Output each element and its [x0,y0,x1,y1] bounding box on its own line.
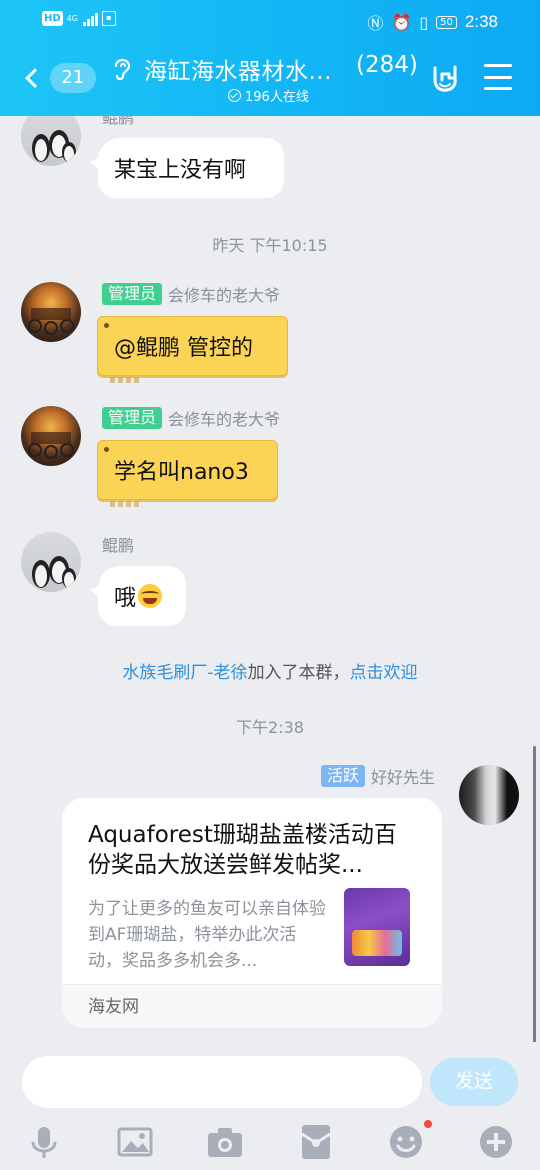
sender-name[interactable]: 鲲鹏 [102,116,134,128]
sender-name[interactable]: 鲲鹏 [102,532,134,556]
unread-count: 21 [49,63,96,93]
member-count[interactable]: (284) [356,52,418,78]
message-bubble[interactable]: 某宝上没有啊 [90,138,284,198]
sim-icon: ▪ [101,11,116,26]
red-packet-icon[interactable] [296,1122,336,1162]
alarm-icon: ⏰ [391,12,412,32]
chat-area[interactable]: 鲲鹏 某宝上没有啊 昨天 下午10:15 管理员 会修车的老大爷 @鲲鹏 管控的… [0,116,540,1042]
message-input[interactable] [22,1056,422,1108]
message-text: 哦 [114,586,137,611]
status-right: Ⓝ ⏰ ▯ 50 2:38 [367,10,498,34]
message-bubble[interactable]: @鲲鹏 管控的 [97,316,288,383]
hd-indicator: HD [42,11,63,26]
title-bar: 21 海缸海水器材水... (284) 196人在线 [0,40,540,116]
sender-name[interactable]: 会修车的老大爷 [168,282,280,306]
avatar[interactable] [21,406,81,466]
active-badge: 活跃 [320,765,365,787]
new-badge-dot [424,1120,432,1128]
avatar[interactable] [21,282,81,342]
card-description: 为了让更多的鱼友可以亲自体验到AF珊瑚盐，特举办此次活动，奖品多多机会多... [88,899,326,971]
back-button[interactable]: 21 [20,60,96,96]
sender-row: 活跃 好好先生 [320,764,435,788]
sender-row: 管理员 会修车的老大爷 [102,282,280,306]
avatar[interactable] [21,116,81,166]
sender-name[interactable]: 好好先生 [371,764,435,788]
clock: 2:38 [464,12,498,31]
system-text: 加入了本群， [247,663,350,683]
camera-icon[interactable] [205,1122,245,1162]
online-check-icon [228,89,241,102]
shared-link-card[interactable]: Aquaforest珊瑚盐盖楼活动百份奖品大放送尝鲜发帖奖... 为了让更多的鱼… [62,798,442,1028]
welcome-link[interactable]: 点击欢迎 [350,663,418,683]
system-notice: 水族毛刷厂-老徐加入了本群，点击欢迎 [0,658,540,683]
sender-name[interactable]: 会修车的老大爷 [168,406,280,430]
avatar[interactable] [21,532,81,592]
online-status: 196人在线 [228,86,309,105]
time-separator: 下午2:38 [236,718,304,737]
input-toolbar [0,1118,540,1166]
ear-icon[interactable] [111,54,133,82]
avatar[interactable] [459,765,519,825]
message-bubble[interactable]: 学名叫nano3 [97,440,278,507]
status-left: HD 4G ▪ [42,11,116,26]
message-text: 学名叫nano3 [114,460,249,485]
card-title: Aquaforest珊瑚盐盖楼活动百份奖品大放送尝鲜发帖奖... [88,822,397,878]
group-title[interactable]: 海缸海水器材水... [144,52,332,86]
menu-icon[interactable] [484,64,512,90]
laughing-emoji-icon [138,584,163,608]
image-icon[interactable] [115,1122,155,1162]
chat-header: HD 4G ▪ Ⓝ ⏰ ▯ 50 2:38 21 海缸海水器材水... (284… [0,0,540,116]
online-count: 196人在线 [245,90,309,105]
time-separator: 昨天 下午10:15 [212,236,328,255]
admin-badge: 管理员 [102,407,163,429]
plus-icon[interactable] [476,1122,516,1162]
joined-user-link[interactable]: 水族毛刷厂-老徐 [122,663,247,683]
card-thumbnail [344,888,410,966]
message-text: @鲲鹏 管控的 [114,336,253,361]
chevron-left-icon [25,68,45,88]
hand-gesture-icon[interactable] [428,60,462,94]
nfc-icon: Ⓝ [367,14,384,33]
network-type: 4G [66,13,78,23]
chat-scrollbar[interactable] [533,746,536,1042]
emoji-icon[interactable] [386,1120,432,1162]
vibrate-icon: ▯ [419,12,429,32]
status-bar: HD 4G ▪ Ⓝ ⏰ ▯ 50 2:38 [0,0,540,40]
battery-icon: 50 [436,15,457,29]
send-button[interactable]: 发送 [430,1058,518,1106]
input-bar: 发送 [0,1042,540,1170]
signal-icon [82,12,98,26]
mic-icon[interactable] [24,1122,64,1162]
card-source: 海友网 [62,984,442,1028]
sender-row: 管理员 会修车的老大爷 [102,406,280,430]
message-text: 某宝上没有啊 [114,158,247,183]
admin-badge: 管理员 [102,283,163,305]
message-bubble[interactable]: 哦 [90,566,186,626]
